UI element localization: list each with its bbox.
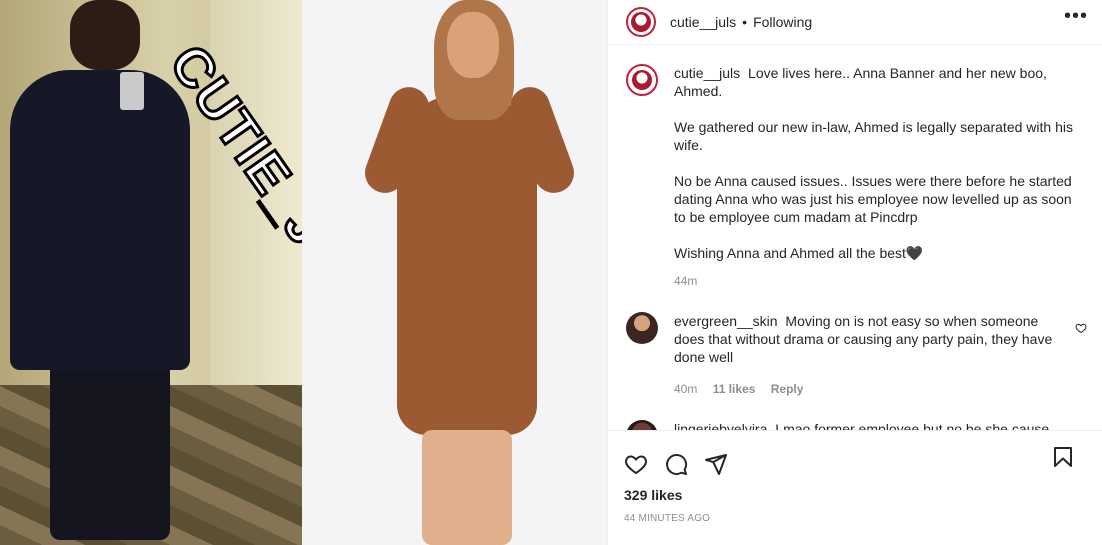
- comments-section[interactable]: cutie__juls Love lives here.. Anna Banne…: [608, 46, 1102, 430]
- caption-meta: 44m: [674, 272, 1074, 290]
- comment-username[interactable]: lingeriebyelvira: [674, 421, 767, 430]
- heart-icon[interactable]: [624, 452, 648, 476]
- comment-content: lingeriebyelvira Lmao former employee bu…: [674, 420, 1064, 430]
- photo-woman-dress: [397, 95, 537, 435]
- caption-paragraph: cutie__juls Love lives here.. Anna Banne…: [674, 64, 1074, 100]
- more-icon[interactable]: •••: [1064, 5, 1088, 28]
- likes-count[interactable]: 329 likes: [608, 483, 1102, 503]
- comment-time: 40m: [674, 382, 698, 396]
- comment-item: lingeriebyelvira Lmao former employee bu…: [626, 420, 1087, 430]
- caption-body: cutie__juls Love lives here.. Anna Banne…: [674, 64, 1074, 290]
- comment-like-heart-icon[interactable]: [1075, 322, 1087, 334]
- post-header: cutie__juls • Following •••: [608, 0, 1102, 45]
- caption-paragraph: No be Anna caused issues.. Issues were t…: [674, 173, 1072, 225]
- caption-time: 44m: [674, 274, 698, 288]
- photo-man-head: [70, 0, 140, 70]
- comment-content: evergreen__skin Moving on is not easy so…: [674, 312, 1064, 366]
- action-icons-row: [608, 431, 1102, 483]
- post-side-panel: cutie__juls • Following ••• cutie__juls …: [607, 0, 1102, 545]
- comment-meta: 40m 11 likes Reply: [674, 380, 1064, 398]
- post-photo-right: [302, 0, 607, 545]
- posted-time[interactable]: 44 MINUTES AGO: [608, 503, 1102, 524]
- caption-avatar[interactable]: [626, 64, 658, 96]
- post-actions: 329 likes 44 MINUTES AGO: [608, 430, 1102, 545]
- comment-body: lingeriebyelvira Lmao former employee bu…: [674, 420, 1064, 430]
- comment-reply-button[interactable]: Reply: [771, 382, 804, 396]
- following-button[interactable]: Following: [753, 14, 812, 30]
- comment-body: evergreen__skin Moving on is not easy so…: [674, 312, 1064, 398]
- caption-entry: cutie__juls Love lives here.. Anna Banne…: [626, 64, 1087, 290]
- photo-man-legs: [50, 340, 170, 540]
- photo-woman-legs: [422, 430, 512, 545]
- header-separator: •: [742, 14, 748, 30]
- post-photo-left: CUTIE_JULS: [0, 0, 302, 545]
- photo-man-suit: [10, 70, 190, 370]
- photo-woman-face: [447, 12, 499, 78]
- caption-paragraph: Wishing Anna and Ahmed all the best🖤: [674, 245, 924, 261]
- share-icon[interactable]: [704, 452, 728, 476]
- caption-paragraph: We gathered our new in-law, Ahmed is leg…: [674, 119, 1073, 153]
- photo-phone: [120, 72, 144, 110]
- author-username[interactable]: cutie__juls: [670, 14, 736, 30]
- author-avatar[interactable]: [626, 7, 656, 37]
- comment-text: Lmao former employee but no be she cause: [775, 421, 1050, 430]
- comment-username[interactable]: evergreen__skin: [674, 313, 778, 329]
- comment-avatar[interactable]: [626, 312, 658, 344]
- comment-avatar[interactable]: [626, 420, 658, 430]
- comment-likes[interactable]: 11 likes: [713, 382, 756, 396]
- comment-icon[interactable]: [664, 452, 688, 476]
- comment-item: evergreen__skin Moving on is not easy so…: [626, 312, 1087, 398]
- save-icon[interactable]: [1051, 445, 1075, 469]
- post-media[interactable]: CUTIE_JULS: [0, 0, 607, 545]
- caption-username[interactable]: cutie__juls: [674, 65, 740, 81]
